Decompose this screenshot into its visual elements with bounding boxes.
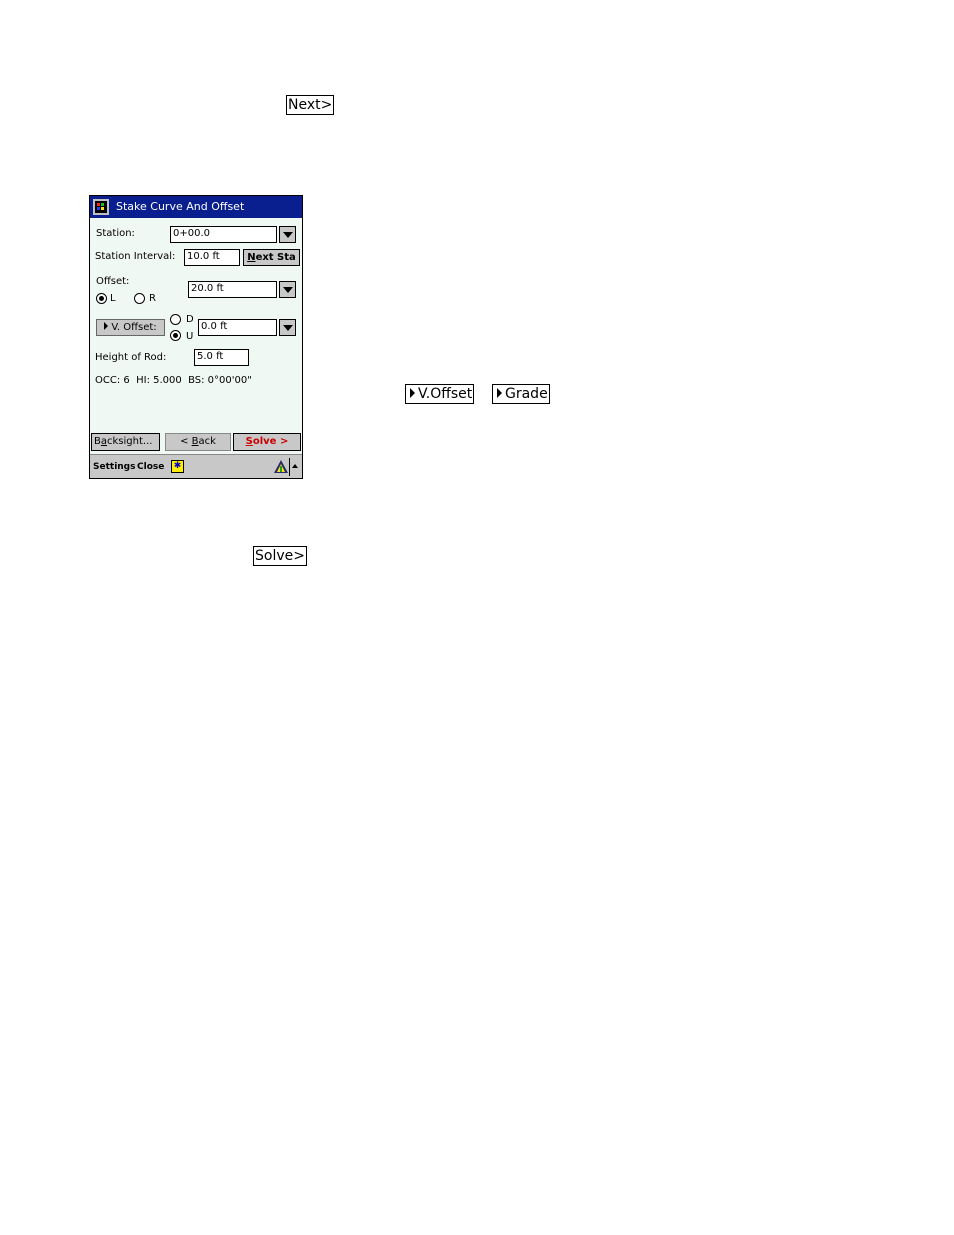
offset-input[interactable]: 20.0 ft bbox=[188, 281, 277, 298]
v-offset-up-radio[interactable] bbox=[170, 330, 181, 341]
station-dropdown-button[interactable] bbox=[279, 226, 296, 243]
v-offset-button[interactable]: V. Offset: bbox=[96, 319, 165, 336]
menu-separator bbox=[289, 458, 290, 476]
offset-left-radio[interactable] bbox=[96, 293, 107, 304]
v-offset-up-label: U bbox=[186, 331, 194, 342]
next-sta-mnemonic: N bbox=[247, 252, 256, 263]
v-offset-doc-label: V.Offset bbox=[418, 386, 473, 402]
v-offset-button-label: V. Offset: bbox=[111, 322, 157, 333]
sip-up-arrow-icon[interactable] bbox=[292, 464, 298, 468]
menu-settings[interactable]: Settings bbox=[93, 461, 135, 473]
offset-right-radio[interactable] bbox=[134, 293, 145, 304]
solve-label: olve > bbox=[252, 436, 289, 447]
offset-dropdown-button[interactable] bbox=[279, 281, 296, 298]
window-title: Stake Curve And Offset bbox=[116, 200, 245, 213]
back-button[interactable]: < Back bbox=[165, 433, 231, 451]
triangle-right-icon bbox=[497, 388, 502, 398]
v-offset-dropdown-button[interactable] bbox=[279, 319, 296, 336]
back-label-b: ack bbox=[198, 436, 216, 447]
next-sta-label: ext Sta bbox=[255, 252, 296, 263]
back-mnemonic: B bbox=[191, 436, 199, 447]
solve-doc-button[interactable]: Solve> bbox=[253, 546, 307, 566]
command-bar: Backsight... < Back Solve > bbox=[90, 433, 302, 453]
height-of-rod-input[interactable]: 5.0 ft bbox=[194, 349, 249, 366]
offset-left-label: L bbox=[110, 293, 116, 304]
offset-right-label: R bbox=[149, 293, 156, 304]
v-offset-down-radio[interactable] bbox=[170, 314, 181, 325]
triangle-right-icon bbox=[104, 322, 109, 330]
v-offset-doc-button[interactable]: V.Offset bbox=[405, 384, 475, 404]
next-button[interactable]: Next> bbox=[286, 95, 335, 115]
backsight-label-b: cksight... bbox=[107, 436, 153, 447]
station-interval-input[interactable]: 10.0 ft bbox=[184, 249, 240, 266]
input-panel-icon[interactable]: ✱ bbox=[171, 460, 184, 473]
back-label-a: < bbox=[180, 436, 192, 447]
next-sta-button[interactable]: Next Sta bbox=[243, 249, 300, 266]
height-of-rod-label: Height of Rod: bbox=[95, 352, 167, 363]
v-offset-down-label: D bbox=[186, 314, 194, 325]
survey-triangle-icon[interactable] bbox=[273, 459, 289, 474]
station-interval-label: Station Interval: bbox=[95, 251, 176, 262]
backsight-label-a: B bbox=[94, 436, 101, 447]
offset-label: Offset: bbox=[96, 276, 130, 287]
menu-close[interactable]: Close bbox=[137, 461, 164, 473]
station-label: Station: bbox=[96, 228, 135, 239]
menu-bar: Settings Close ✱ bbox=[90, 454, 302, 478]
solve-button[interactable]: Solve > bbox=[233, 433, 301, 451]
backsight-button[interactable]: Backsight... bbox=[91, 433, 160, 451]
grade-doc-button[interactable]: Grade bbox=[492, 384, 550, 404]
v-offset-input[interactable]: 0.0 ft bbox=[198, 319, 277, 336]
triangle-right-icon bbox=[410, 388, 415, 398]
grade-doc-label: Grade bbox=[505, 386, 548, 402]
windows-start-icon[interactable] bbox=[93, 199, 109, 215]
title-bar: Stake Curve And Offset bbox=[90, 196, 302, 218]
device-screen: Stake Curve And Offset Station: 0+00.0 S… bbox=[89, 195, 303, 479]
station-input[interactable]: 0+00.0 bbox=[170, 226, 277, 243]
solve-mnemonic: S bbox=[245, 436, 253, 447]
status-line: OCC: 6 HI: 5.000 BS: 0°00'00" bbox=[95, 375, 252, 386]
